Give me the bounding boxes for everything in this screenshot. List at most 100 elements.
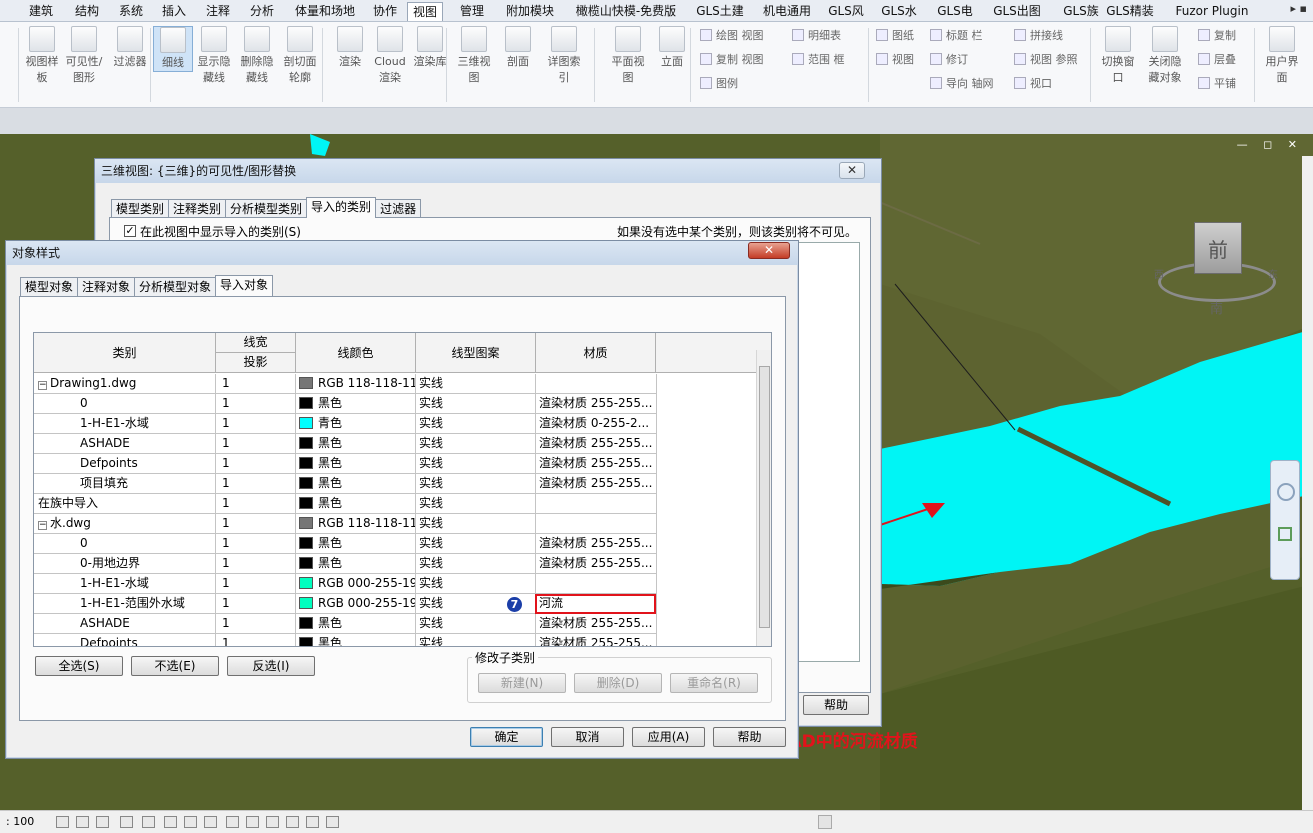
table-row[interactable]: 0 1 黑色 实线 渲染材质 255-255... (34, 534, 657, 554)
ribbon-button[interactable]: 剖面 (498, 26, 538, 70)
ribbon-button[interactable]: 视图样板 (22, 26, 62, 86)
apply-button[interactable]: 应用(A) (632, 727, 705, 747)
ribbon-button[interactable]: 详图索引 (544, 26, 584, 86)
table-row[interactable]: − Drawing1.dwg 1 RGB 118-118-118 实线 (34, 374, 657, 394)
view-vertical-scrollbar[interactable] (1302, 156, 1313, 810)
viewcube-face-front[interactable]: 前 (1194, 222, 1242, 274)
ribbon-button[interactable]: 细线 (153, 26, 193, 72)
ribbon-tab[interactable]: GLS土建 (691, 2, 749, 21)
cell-material[interactable]: 渲染材质 255-255... (536, 534, 657, 553)
ok-button[interactable]: 确定 (470, 727, 543, 747)
ribbon-small-button[interactable]: 图纸 (876, 28, 914, 44)
zoom-icon[interactable] (1278, 527, 1292, 541)
table-row[interactable]: 0-用地边界 1 黑色 实线 渲染材质 255-255... (34, 554, 657, 574)
ribbon-small-button[interactable]: 拼接线 (1014, 28, 1063, 44)
ribbon-button[interactable]: Cloud渲染 (370, 26, 410, 86)
table-vertical-scrollbar[interactable] (756, 350, 771, 646)
cell-category[interactable]: − Drawing1.dwg (34, 374, 216, 393)
cell-category[interactable]: Defpoints (34, 634, 216, 646)
analytical-model-icon[interactable] (286, 816, 299, 828)
temp-hide-icon[interactable] (226, 816, 239, 828)
vg-close-button[interactable]: ✕ (839, 162, 865, 179)
cell-line-pattern[interactable]: 实线 (416, 574, 536, 593)
cell-line-pattern[interactable]: 实线 (416, 494, 536, 513)
ribbon-button[interactable]: 三维视图 (454, 26, 494, 86)
cell-material[interactable]: 渲染材质 0-255-2... (536, 414, 657, 433)
cell-lineweight[interactable]: 1 (216, 514, 296, 533)
vg-tab[interactable]: 分析模型类别 (225, 199, 308, 218)
table-row[interactable]: Defpoints 1 黑色 实线 渲染材质 255-255... (34, 634, 657, 646)
sun-path-icon[interactable] (96, 816, 109, 828)
cell-line-pattern[interactable]: 实线 (416, 474, 536, 493)
cell-material[interactable]: 渲染材质 255-255... (536, 474, 657, 493)
col-header-category[interactable]: 类别 (34, 333, 216, 373)
cell-line-pattern[interactable]: 实线 (416, 454, 536, 473)
ribbon-small-button[interactable]: 标题 栏 (930, 28, 983, 44)
lock-3d-icon[interactable] (204, 816, 217, 828)
cell-line-color[interactable]: 黑色 (296, 394, 416, 413)
cell-lineweight[interactable]: 1 (216, 474, 296, 493)
cell-material[interactable] (536, 514, 657, 533)
table-row[interactable]: 在族中导入 1 黑色 实线 (34, 494, 657, 514)
reveal-hidden-icon[interactable] (246, 816, 259, 828)
ribbon-overflow-icon[interactable]: ▸ ▪ (1291, 2, 1307, 15)
ribbon-button[interactable]: 关闭隐藏对象 (1145, 26, 1185, 86)
table-row[interactable]: 1-H-E1-水域 1 RGB 000-255-191 实线 (34, 574, 657, 594)
cell-category[interactable]: 项目填充 (34, 474, 216, 493)
ribbon-button[interactable]: 渲染 (330, 26, 370, 70)
table-row[interactable]: ASHADE 1 黑色 实线 渲染材质 255-255... (34, 614, 657, 634)
highlight-displacement-icon[interactable] (306, 816, 319, 828)
ribbon-tab[interactable]: GLS精装 (1106, 2, 1154, 21)
cell-material[interactable]: 渲染材质 255-255... (536, 434, 657, 453)
ribbon-tab[interactable]: 系统 (115, 2, 147, 21)
render-icon[interactable] (142, 816, 155, 828)
cell-category[interactable]: 1-H-E1-水域 (34, 574, 216, 593)
cell-material[interactable]: 渲染材质 255-255... (536, 454, 657, 473)
cell-line-color[interactable]: RGB 118-118-118 (296, 514, 416, 533)
show-crop-icon[interactable] (184, 816, 197, 828)
ribbon-tab[interactable]: GLS族 (1063, 2, 1099, 21)
ribbon-button[interactable]: 切换窗口 (1098, 26, 1138, 86)
cell-line-color[interactable]: RGB 000-255-191 (296, 574, 416, 593)
cell-category[interactable]: 0 (34, 394, 216, 413)
vg-tab[interactable]: 模型类别 (111, 199, 170, 218)
select-none-button[interactable]: 不选(E) (131, 656, 219, 676)
ribbon-tab[interactable]: 分析 (246, 2, 278, 21)
ribbon-button[interactable]: 用户界面 (1262, 26, 1302, 86)
ribbon-button[interactable]: 过滤器 (110, 26, 150, 70)
ribbon-tab[interactable]: 注释 (202, 2, 234, 21)
cell-line-pattern[interactable]: 实线 (416, 374, 536, 393)
cell-category[interactable]: − 水.dwg (34, 514, 216, 533)
cell-material[interactable]: 渲染材质 255-255... (536, 554, 657, 573)
cell-line-pattern[interactable]: 实线 (416, 414, 536, 433)
cell-lineweight[interactable]: 1 (216, 434, 296, 453)
cell-category[interactable]: Defpoints (34, 454, 216, 473)
cell-lineweight[interactable]: 1 (216, 414, 296, 433)
cell-category[interactable]: 0 (34, 534, 216, 553)
rename-subcategory-button[interactable]: 重命名(R) (670, 673, 758, 693)
vg-help-button[interactable]: 帮助 (803, 695, 869, 715)
cell-material[interactable]: 渲染材质 255-255... (536, 634, 657, 646)
table-row[interactable]: ASHADE 1 黑色 实线 渲染材质 255-255... (34, 434, 657, 454)
cell-line-pattern[interactable]: 实线 (416, 514, 536, 533)
cell-category[interactable]: ASHADE (34, 434, 216, 453)
cell-material[interactable] (536, 494, 657, 513)
table-row[interactable]: 1-H-E1-水域 1 青色 实线 渲染材质 0-255-2... (34, 414, 657, 434)
os-tab[interactable]: 导入对象 (215, 275, 274, 296)
cell-line-pattern[interactable]: 实线 (416, 634, 536, 646)
navigation-bar[interactable] (1270, 460, 1300, 580)
ribbon-small-button[interactable]: 视口 (1014, 76, 1052, 92)
ribbon-tab[interactable]: 管理 (454, 2, 490, 21)
detail-level-icon[interactable] (56, 816, 69, 828)
view-scale[interactable]: : 100 (6, 811, 34, 833)
ribbon-button[interactable]: 删除隐藏线 (237, 26, 277, 86)
select-all-button[interactable]: 全选(S) (35, 656, 123, 676)
cell-material[interactable]: 渲染材质 255-255... (536, 394, 657, 413)
os-tab[interactable]: 注释对象 (77, 277, 136, 296)
ribbon-small-button[interactable]: 视图 参照 (1014, 52, 1078, 68)
cell-line-pattern[interactable]: 实线 (416, 554, 536, 573)
cell-category[interactable]: 在族中导入 (34, 494, 216, 513)
ribbon-small-button[interactable]: 复制 (1198, 28, 1236, 44)
cell-category[interactable]: ASHADE (34, 614, 216, 633)
ribbon-small-button[interactable]: 层叠 (1198, 52, 1236, 68)
